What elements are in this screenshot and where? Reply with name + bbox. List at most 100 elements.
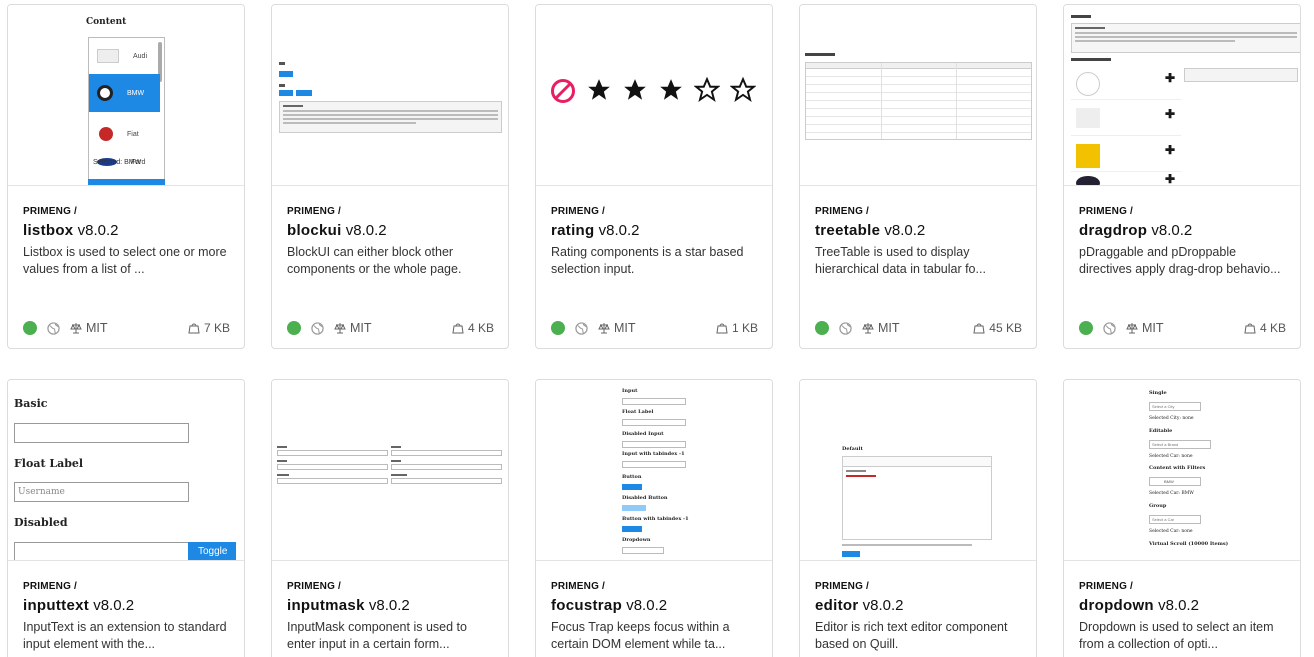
package-title[interactable]: inputtext v8.0.2	[23, 597, 232, 614]
package-title[interactable]: listbox v8.0.2	[23, 222, 232, 239]
license-badge: MIT	[598, 321, 636, 335]
preview-input: Username	[14, 482, 189, 502]
preview-input	[622, 441, 686, 448]
package-scope: PRIMENG /	[815, 206, 870, 217]
weight-icon	[452, 323, 464, 334]
preview-label: Basic	[14, 397, 48, 410]
package-description: Dropdown is used to select an item from …	[1079, 620, 1274, 651]
star-empty-icon	[730, 77, 756, 103]
preview-label: Single	[1149, 390, 1167, 396]
package-title[interactable]: focustrap v8.0.2	[551, 597, 760, 614]
package-scope: PRIMENG /	[23, 206, 78, 217]
scale-icon	[70, 323, 82, 334]
package-card-listbox[interactable]: Content Audi BMW Fiat Ford Selected: BMW	[7, 4, 245, 349]
package-scope: PRIMENG /	[551, 581, 606, 592]
package-description: Editor is rich text editor component bas…	[815, 620, 1008, 651]
status-dot-icon	[551, 321, 565, 335]
package-description: Listbox is used to select one or more va…	[23, 245, 227, 276]
preview-input	[622, 547, 664, 554]
preview-image: ✚ ✚ ✚ ✚	[1064, 5, 1300, 186]
preview-input	[622, 419, 686, 426]
license-badge: MIT	[334, 321, 372, 335]
package-card-dropdown[interactable]: Single Select a City Selected City: none…	[1063, 379, 1301, 657]
preview-button	[622, 505, 646, 511]
preview-label: Content with Filters	[1149, 465, 1206, 471]
listbox-option: Fiat	[89, 116, 160, 152]
status-dot-icon	[287, 321, 301, 335]
preview-label: Button	[622, 474, 642, 480]
preview-label: Selected Car: none	[1149, 454, 1193, 459]
package-title[interactable]: dropdown v8.0.2	[1079, 597, 1288, 614]
package-card-editor[interactable]: Default PRIMENG / editor v8.0.2 Editor i…	[799, 379, 1037, 657]
preview-image	[536, 5, 772, 186]
package-title[interactable]: blockui v8.0.2	[287, 222, 496, 239]
preview-input	[622, 461, 686, 468]
license-badge: MIT	[862, 321, 900, 335]
editor-mock	[842, 456, 992, 540]
preview-label: Input with tabindex -1	[622, 451, 685, 457]
preview-label: Selected Car: BMW	[1149, 491, 1194, 496]
preview-label: Input	[622, 388, 638, 394]
preview-image	[272, 380, 508, 561]
preview-label: Selected Car: none	[1149, 529, 1193, 534]
preview-label: Disabled Input	[622, 431, 664, 437]
package-title[interactable]: treetable v8.0.2	[815, 222, 1024, 239]
package-description: InputText is an extension to standard in…	[23, 620, 227, 651]
preview-dropdown: Select a Car	[1149, 515, 1201, 524]
bundle-size: 1 KB	[716, 321, 758, 335]
package-description: TreeTable is used to display hierarchica…	[815, 245, 986, 276]
package-card-blockui[interactable]: PRIMENG / blockui v8.0.2 BlockUI can eit…	[271, 4, 509, 349]
preview-label: Float Label	[14, 457, 84, 470]
package-card-treetable[interactable]: PRIMENG / treetable v8.0.2 TreeTable is …	[799, 4, 1037, 349]
package-description: Rating components is a star based select…	[551, 245, 744, 276]
package-card-inputmask[interactable]: PRIMENG / inputmask v8.0.2 InputMask com…	[271, 379, 509, 657]
preview-image	[800, 5, 1036, 186]
package-card-rating[interactable]: PRIMENG / rating v8.0.2 Rating component…	[535, 4, 773, 349]
package-title[interactable]: rating v8.0.2	[551, 222, 760, 239]
cancel-icon	[551, 79, 575, 103]
globe-icon	[839, 321, 852, 335]
preview-dropdown: BMW	[1149, 477, 1201, 486]
preview-button	[622, 484, 642, 490]
preview-input	[14, 423, 189, 443]
preview-label: Selected City: none	[1149, 416, 1194, 421]
package-scope: PRIMENG /	[1079, 581, 1134, 592]
preview-label: Float Label	[622, 409, 654, 415]
package-scope: PRIMENG /	[287, 581, 342, 592]
status-dot-icon	[23, 321, 37, 335]
license-badge: MIT	[1126, 321, 1164, 335]
package-scope: PRIMENG /	[23, 581, 78, 592]
license-badge: MIT	[70, 321, 108, 335]
listbox-mock: Audi BMW Fiat Ford Selected: BMW	[88, 37, 165, 185]
preview-label: Virtual Scroll (10000 Items)	[1149, 541, 1229, 547]
package-title[interactable]: dragdrop v8.0.2	[1079, 222, 1288, 239]
bundle-size: 7 KB	[188, 321, 230, 335]
preview-label: Editable	[1149, 428, 1173, 434]
status-dot-icon	[815, 321, 829, 335]
star-filled-icon	[660, 79, 682, 100]
package-title[interactable]: editor v8.0.2	[815, 597, 1024, 614]
preview-image	[272, 5, 508, 186]
scale-icon	[598, 323, 610, 334]
preview-label: Default	[842, 446, 863, 452]
preview-button	[842, 551, 860, 557]
package-scope: PRIMENG /	[551, 206, 606, 217]
preview-image: Single Select a City Selected City: none…	[1064, 380, 1300, 561]
package-description: BlockUI can either block other component…	[287, 245, 462, 276]
package-card-inputtext[interactable]: Basic Float Label Username Disabled Togg…	[7, 379, 245, 657]
preview-heading: Content	[86, 17, 127, 27]
preview-image: Default	[800, 380, 1036, 561]
preview-image: Basic Float Label Username Disabled Togg…	[8, 380, 244, 561]
weight-icon	[716, 323, 728, 334]
package-description: pDraggable and pDroppable directives app…	[1079, 245, 1281, 276]
preview-image: Content Audi BMW Fiat Ford Selected: BMW	[8, 5, 244, 186]
star-empty-icon	[694, 77, 720, 103]
package-card-focustrap[interactable]: Input Float Label Disabled Input Input w…	[535, 379, 773, 657]
package-title[interactable]: inputmask v8.0.2	[287, 597, 496, 614]
package-card-dragdrop[interactable]: ✚ ✚ ✚ ✚ PRIMENG / dragdrop v8.0.2 pDragg…	[1063, 4, 1301, 349]
listbox-option-selected: BMW	[89, 74, 160, 112]
preview-dropdown: Select a City	[1149, 402, 1201, 411]
globe-icon	[47, 321, 60, 335]
package-scope: PRIMENG /	[1079, 206, 1134, 217]
weight-icon	[973, 323, 985, 334]
